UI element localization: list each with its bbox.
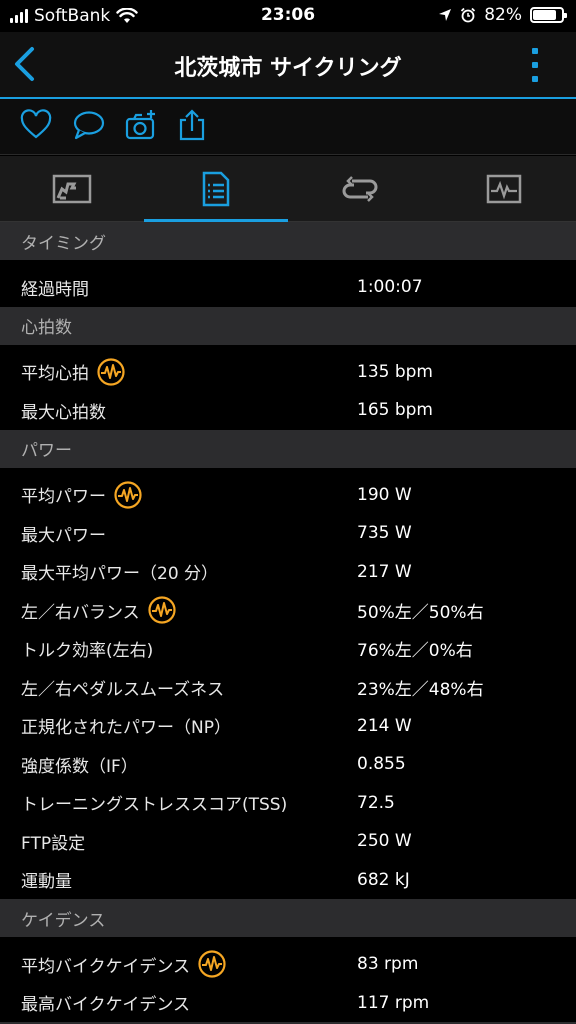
stat-label: 平均バイクケイデンス [21, 956, 190, 977]
status-right: 82% [438, 5, 567, 25]
stat-value: 0.855 [357, 754, 406, 775]
list-item: 強度係数（IF） 0.855 [0, 745, 576, 784]
tab-bar [0, 156, 576, 222]
tab-laps[interactable] [288, 156, 432, 222]
camera-add-icon[interactable] [125, 109, 157, 141]
location-arrow-icon [439, 9, 452, 21]
section-cadence: ケイデンス [0, 899, 576, 937]
list-item: トレーニングストレススコア(TSS) 72.5 [0, 784, 576, 823]
activity-graph-icon [486, 174, 522, 204]
stat-value: 23%左／48%右 [357, 679, 484, 700]
section-heart-rate: 心拍数 [0, 306, 576, 345]
stat-label-with-badge: 平均心拍 [21, 358, 125, 386]
stat-value: 83 rpm [357, 954, 419, 975]
stat-value: 76%左／0%右 [357, 641, 473, 662]
more-menu-icon[interactable] [530, 48, 540, 82]
stat-value: 72.5 [357, 792, 395, 813]
tab-graphs[interactable] [432, 156, 576, 222]
stat-label-with-badge: 左／右バランス [21, 596, 176, 624]
stat-value: 50%左／50%右 [357, 602, 484, 623]
battery-fill [533, 10, 556, 20]
status-bar: SoftBank 23:06 82% [0, 0, 576, 32]
performance-badge-icon[interactable] [148, 596, 176, 624]
battery-percent: 82% [484, 5, 522, 25]
stat-label: 最高バイクケイデンス [21, 995, 190, 1016]
stat-label: トレーニングストレススコア(TSS) [21, 795, 288, 816]
page-title: 北茨城市 サイクリング [174, 56, 402, 81]
list-item: トルク効率(左右) 76%左／0%右 [0, 630, 576, 669]
stat-label: 左／右バランス [21, 602, 140, 623]
stat-label: 平均パワー [21, 487, 106, 508]
list-item: 左／右バランス 50%左／50%右 [0, 591, 576, 630]
heart-icon[interactable] [20, 109, 52, 141]
action-bar [0, 99, 576, 155]
stat-value: 682 kJ [357, 869, 410, 890]
list-item: 最高バイクケイデンス 117 rpm [0, 984, 576, 1023]
performance-badge-icon[interactable] [114, 481, 142, 509]
comment-icon[interactable] [73, 109, 105, 141]
stat-value: 735 W [357, 523, 412, 544]
list-item: 平均パワー 190 W [0, 476, 576, 515]
stat-value: 217 W [357, 561, 412, 582]
list-item: 最大パワー 735 W [0, 514, 576, 553]
stat-label: 左／右ペダルスムーズネス [21, 679, 225, 700]
tab-details[interactable] [144, 156, 288, 222]
stat-label: FTP設定 [21, 833, 86, 854]
repeat-laps-icon [342, 176, 378, 202]
section-timing: タイミング [0, 222, 576, 260]
stat-value: 190 W [357, 484, 412, 505]
stat-value: 214 W [357, 715, 412, 736]
stats-list[interactable]: タイミング 経過時間 1:00:07 心拍数 平均心拍 135 bpm 最大心拍… [0, 222, 576, 1024]
section-power: パワー [0, 429, 576, 468]
performance-badge-icon[interactable] [198, 950, 226, 978]
stat-label: 経過時間 [21, 279, 89, 300]
stat-label: 正規化されたパワー（NP） [21, 718, 231, 739]
list-item: 最大平均パワー（20 分） 217 W [0, 553, 576, 592]
stat-label: 最大心拍数 [21, 402, 106, 423]
list-item: 平均バイクケイデンス 83 rpm [0, 945, 576, 984]
document-list-icon [202, 171, 230, 207]
list-item: FTP設定 250 W [0, 822, 576, 861]
list-item: 経過時間 1:00:07 [0, 268, 576, 307]
nav-bar: 北茨城市 サイクリング [0, 32, 576, 98]
alarm-icon [461, 7, 476, 23]
stat-label-with-badge: 平均パワー [21, 481, 142, 509]
tab-overview[interactable] [0, 156, 144, 222]
list-item: 運動量 682 kJ [0, 861, 576, 900]
list-item: 平均心拍 135 bpm [0, 353, 576, 392]
stat-label: 強度係数（IF） [21, 756, 138, 777]
stat-value: 117 rpm [357, 992, 430, 1013]
list-item: 正規化されたパワー（NP） 214 W [0, 707, 576, 746]
stat-label: 運動量 [21, 872, 72, 893]
stat-value: 1:00:07 [357, 277, 423, 298]
stat-value: 135 bpm [357, 361, 433, 382]
performance-badge-icon[interactable] [97, 358, 125, 386]
stat-value: 250 W [357, 831, 412, 852]
battery-icon [530, 7, 567, 23]
chart-icon [52, 174, 92, 204]
stat-label: 最大パワー [21, 525, 106, 546]
list-item: 最大心拍数 165 bpm [0, 391, 576, 430]
list-item: 左／右ペダルスムーズネス 23%左／48%右 [0, 668, 576, 707]
stat-label: 最大平均パワー（20 分） [21, 564, 219, 585]
share-icon[interactable] [176, 109, 208, 141]
stat-label: トルク効率(左右) [21, 641, 154, 662]
stat-label: 平均心拍 [21, 364, 89, 385]
stat-value: 165 bpm [357, 400, 433, 421]
stat-label-with-badge: 平均バイクケイデンス [21, 950, 226, 978]
